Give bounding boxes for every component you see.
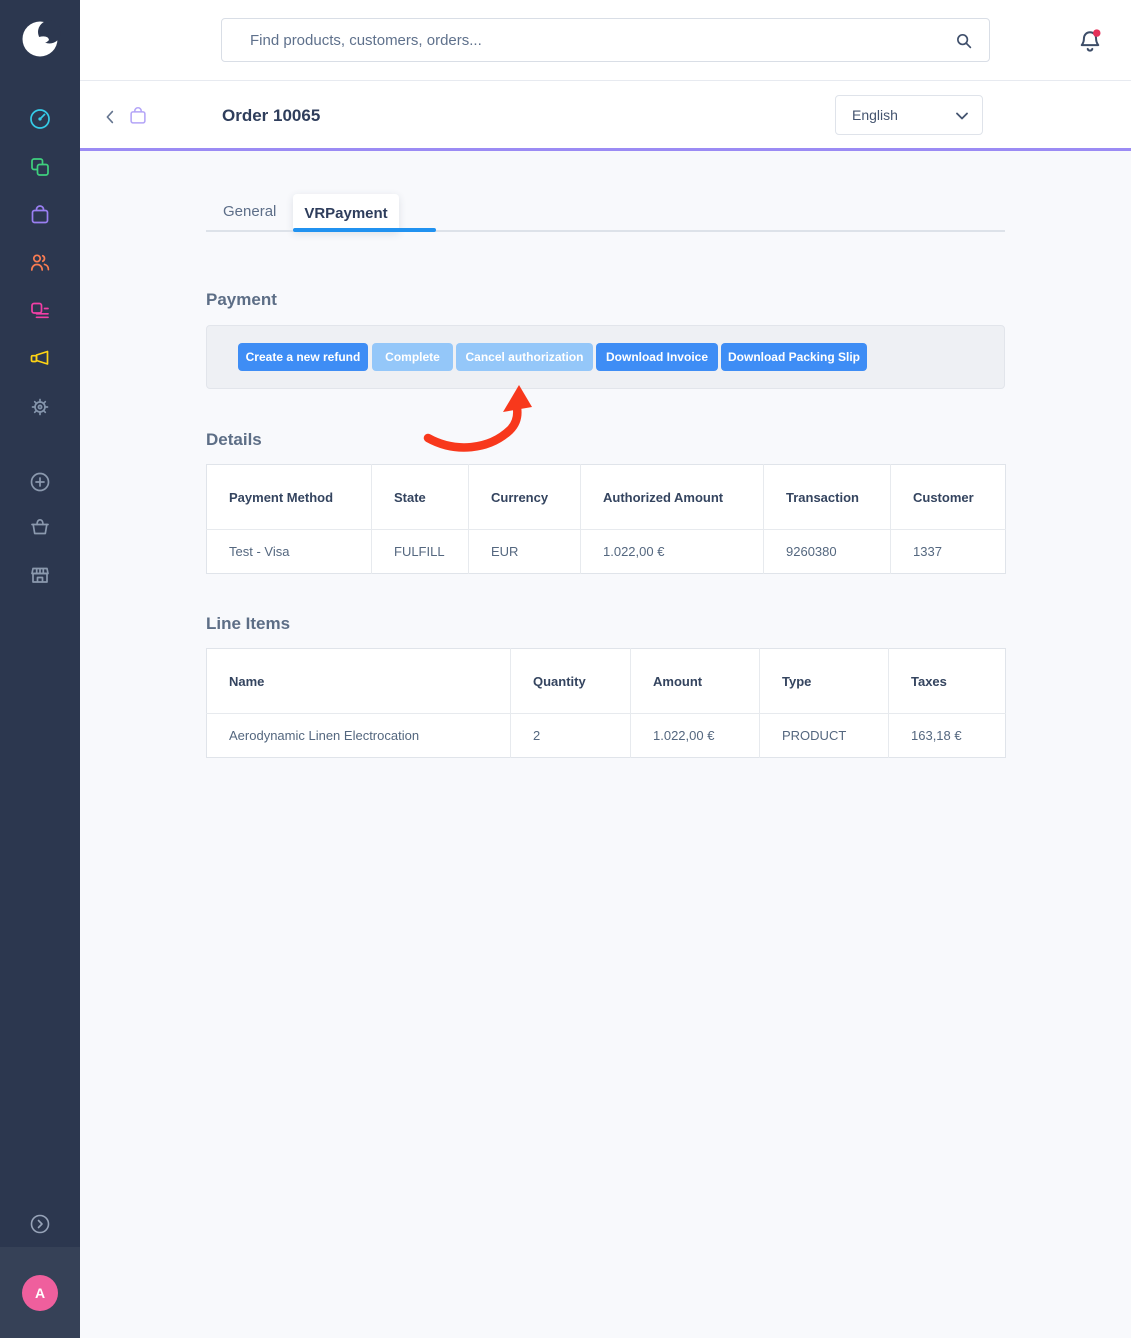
expand-sidebar-button[interactable] (28, 1212, 52, 1236)
state-cell: FULFILL (372, 530, 469, 574)
sidebar-item-content[interactable] (28, 299, 52, 323)
name-cell: Aerodynamic Linen Electrocation (207, 714, 511, 758)
storefront-icon (28, 563, 52, 587)
details-header-row: Payment Method State Currency Authorized… (207, 465, 1006, 530)
sidebar-item-orders[interactable] (28, 203, 52, 227)
column-header: Type (760, 649, 889, 714)
column-header: Amount (631, 649, 760, 714)
payment-heading: Payment (206, 290, 277, 310)
language-selector[interactable]: English (835, 95, 983, 135)
details-table: Payment Method State Currency Authorized… (206, 464, 1006, 574)
column-header: Customer (891, 465, 1006, 530)
marketing-megaphone-icon (28, 347, 52, 371)
download-packing-slip-button[interactable]: Download Packing Slip (721, 343, 867, 371)
customer-cell: 1337 (891, 530, 1006, 574)
amount-cell: 1.022,00 € (631, 714, 760, 758)
quantity-cell: 2 (511, 714, 631, 758)
line-items-heading: Line Items (206, 614, 290, 634)
taxes-cell: 163,18 € (889, 714, 1006, 758)
line-items-header-row: Name Quantity Amount Type Taxes (207, 649, 1006, 714)
table-row: Aerodynamic Linen Electrocation 2 1.022,… (207, 714, 1006, 758)
payment-method-cell: Test - Visa (207, 530, 372, 574)
line-items-table: Name Quantity Amount Type Taxes Aerodyna… (206, 648, 1006, 758)
column-header: Transaction (764, 465, 891, 530)
column-header: Quantity (511, 649, 631, 714)
column-header: Authorized Amount (581, 465, 764, 530)
search-input[interactable] (222, 32, 989, 49)
sidebar-item-catalogues[interactable] (28, 155, 52, 179)
catalogues-icon (28, 155, 52, 179)
download-invoice-button[interactable]: Download Invoice (596, 343, 718, 371)
tab-general[interactable]: General (223, 203, 276, 220)
details-heading: Details (206, 430, 262, 450)
content-icon (28, 299, 52, 323)
table-row: Test - Visa FULFILL EUR 1.022,00 € 92603… (207, 530, 1006, 574)
top-bar (80, 0, 1131, 81)
column-header: State (372, 465, 469, 530)
language-value: English (836, 107, 898, 123)
order-module-icon (127, 105, 149, 127)
customers-icon (28, 251, 52, 275)
global-search[interactable] (221, 18, 990, 62)
cancel-authorization-button[interactable]: Cancel authorization (456, 343, 593, 371)
column-header: Name (207, 649, 511, 714)
create-refund-button[interactable]: Create a new refund (238, 343, 368, 371)
shopware-logo-icon[interactable] (18, 16, 62, 60)
back-button[interactable] (101, 107, 121, 127)
sidebar-item-my-extensions[interactable] (28, 515, 52, 539)
tab-vrpayment[interactable]: VRPayment (293, 194, 399, 232)
notification-dot (1093, 29, 1100, 36)
dashboard-gauge-icon (28, 107, 52, 131)
active-tab-underline (293, 228, 436, 232)
orders-bag-icon (28, 203, 52, 227)
sidebar-item-settings[interactable] (28, 395, 52, 419)
sidebar-item-extensions[interactable] (28, 470, 52, 494)
bell-icon (1076, 27, 1104, 55)
column-header: Currency (469, 465, 581, 530)
chevron-down-icon (956, 112, 968, 120)
sidebar-item-storefront[interactable] (28, 563, 52, 587)
smart-bar: Order 10065 English (80, 81, 1131, 151)
notifications-button[interactable] (1076, 27, 1104, 55)
chevron-right-circle-icon (28, 1212, 52, 1236)
settings-gear-icon (28, 395, 52, 419)
type-cell: PRODUCT (760, 714, 889, 758)
avatar[interactable]: A (22, 1275, 58, 1311)
complete-button[interactable]: Complete (372, 343, 453, 371)
page-title: Order 10065 (222, 106, 320, 126)
basket-icon (28, 515, 52, 539)
chevron-left-icon (101, 107, 121, 127)
sidebar-item-customers[interactable] (28, 251, 52, 275)
transaction-cell: 9260380 (764, 530, 891, 574)
plus-circle-icon (28, 470, 52, 494)
currency-cell: EUR (469, 530, 581, 574)
sidebar: A (0, 0, 80, 1338)
column-header: Payment Method (207, 465, 372, 530)
user-menu[interactable]: A (0, 1247, 80, 1338)
sidebar-item-dashboard[interactable] (28, 107, 52, 131)
red-annotation-arrow (415, 382, 535, 462)
column-header: Taxes (889, 649, 1006, 714)
search-icon (953, 30, 975, 52)
authorized-amount-cell: 1.022,00 € (581, 530, 764, 574)
sidebar-item-marketing[interactable] (28, 347, 52, 371)
